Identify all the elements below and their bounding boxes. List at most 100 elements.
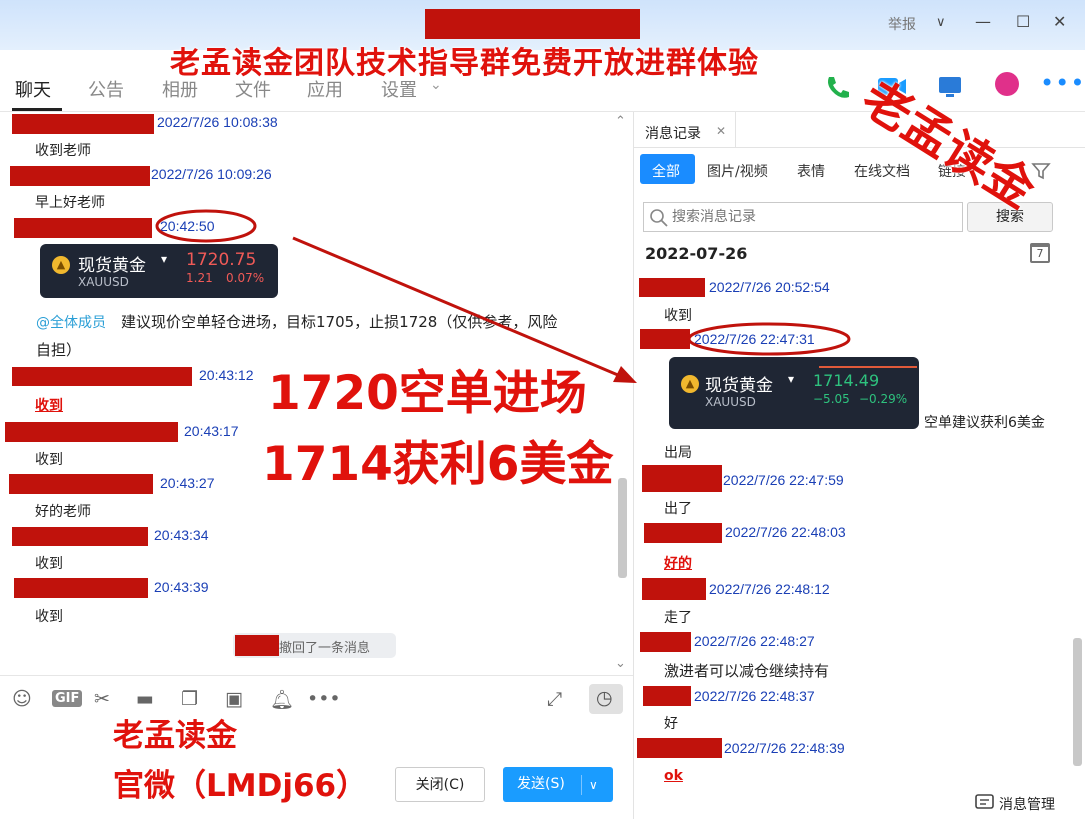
- message-manage-icon[interactable]: [974, 793, 996, 813]
- redacted-sender: [5, 422, 178, 442]
- send-button-label: 发送(S): [517, 776, 565, 792]
- contact-wechat: 官微（LMDj66）: [113, 768, 368, 804]
- chat-scrollbar[interactable]: [618, 478, 627, 578]
- redacted-sender: [9, 474, 153, 494]
- tab-divider: [735, 112, 736, 148]
- redacted-sender: [643, 686, 691, 706]
- history-button[interactable]: ◷: [589, 684, 623, 714]
- phone-icon[interactable]: [822, 72, 852, 102]
- bell-icon[interactable]: 🔔︎: [270, 688, 294, 711]
- message-text: 收到: [35, 556, 63, 572]
- message-time: 2022/7/26 10:08:38: [157, 114, 278, 130]
- redacted-sender: [14, 578, 148, 598]
- calendar-icon[interactable]: 7: [1030, 243, 1050, 263]
- card-accent-line: [819, 366, 917, 368]
- chat-window: 举报 ∨ — ☐ ✕ 聊天 公告 相册 文件 应用 设置 ⌄ ••• 2022/…: [0, 0, 1085, 819]
- quote-change-pct: 0.07%: [226, 271, 265, 285]
- filter-docs[interactable]: 在线文档: [854, 161, 910, 181]
- more-icon[interactable]: •••: [1040, 69, 1085, 97]
- redacted-sender: [10, 166, 150, 186]
- message-time: 20:43:27: [160, 475, 215, 491]
- message-time: 2022/7/26 10:09:26: [151, 166, 272, 182]
- tab-announcement[interactable]: 公告: [88, 76, 124, 102]
- gif-icon[interactable]: GIF: [52, 690, 83, 707]
- send-button[interactable]: 发送(S) ∨: [503, 767, 613, 802]
- folder-icon[interactable]: ▬: [136, 688, 154, 710]
- message-text: 收到: [35, 398, 63, 414]
- minimize-icon[interactable]: —: [975, 12, 991, 31]
- quote-dropdown-icon: ▾: [161, 252, 168, 266]
- redacted-sender: [637, 738, 722, 758]
- redacted-group-name: [425, 9, 640, 39]
- scroll-up-icon[interactable]: ⌃: [615, 114, 626, 129]
- redacted-sender: [14, 218, 152, 238]
- highlight-circle: [687, 322, 851, 356]
- history-close-icon[interactable]: ✕: [716, 124, 726, 138]
- send-options-icon[interactable]: ∨: [589, 768, 598, 802]
- history-text: ok: [664, 768, 683, 784]
- history-text: 好的: [664, 556, 692, 572]
- history-date: 2022-07-26: [645, 244, 748, 263]
- more-tools-icon[interactable]: •••: [307, 688, 341, 710]
- scissors-icon[interactable]: ✂: [94, 688, 110, 710]
- history-tab[interactable]: 消息记录: [645, 123, 701, 143]
- message-text: 收到: [35, 452, 63, 468]
- filter-media[interactable]: 图片/视频: [707, 161, 768, 181]
- gold-coin-icon: ▲: [681, 375, 699, 393]
- history-search-input[interactable]: [672, 206, 957, 228]
- redacted-sender: [235, 635, 279, 656]
- history-gold-quote-card[interactable]: ▲ 现货黄金 ▾ XAUUSD 1714.49 −5.05 −0.29%: [669, 357, 919, 429]
- redacted-sender: [644, 523, 722, 543]
- message-time: 20:43:34: [154, 527, 209, 543]
- promo-banner: 老孟读金团队技术指导群免费开放进群体验: [170, 46, 759, 81]
- quote-change: −5.05: [813, 392, 850, 406]
- quote-symbol: XAUUSD: [78, 275, 129, 289]
- history-time: 2022/7/26 22:47:59: [723, 472, 844, 488]
- expand-icon[interactable]: ⤢: [547, 688, 562, 710]
- trade-profit-text: 1714获利6美金: [262, 437, 614, 492]
- history-time: 2022/7/26 22:48:37: [694, 688, 815, 704]
- message-text: 收到老师: [35, 143, 91, 159]
- apps-icon[interactable]: [995, 72, 1019, 96]
- image-icon[interactable]: ▣: [225, 688, 243, 710]
- close-icon[interactable]: ✕: [1053, 12, 1066, 31]
- quote-symbol: XAUUSD: [705, 395, 756, 409]
- redacted-sender: [12, 527, 148, 546]
- doc-icon[interactable]: ❐: [181, 688, 198, 710]
- quote-price: 1720.75: [186, 250, 257, 270]
- active-tab-indicator: [12, 108, 62, 111]
- emoji-icon[interactable]: ☺: [12, 688, 32, 710]
- dropdown-icon[interactable]: ∨: [936, 15, 946, 30]
- advice-text-2: 自担）: [36, 341, 82, 359]
- send-divider: [581, 775, 582, 795]
- close-button[interactable]: 关闭(C): [395, 767, 485, 802]
- report-link[interactable]: 举报: [888, 14, 916, 34]
- message-time: 20:43:39: [154, 579, 209, 595]
- history-time: 2022/7/26 22:48:27: [694, 633, 815, 649]
- maximize-icon[interactable]: ☐: [1016, 12, 1030, 31]
- clock-icon: ◷: [596, 687, 613, 709]
- mention-all[interactable]: @全体成员: [36, 312, 106, 332]
- filter-all[interactable]: 全部: [640, 154, 695, 184]
- message-manage-label[interactable]: 消息管理: [999, 794, 1055, 814]
- message-text: 好的老师: [35, 504, 91, 520]
- redacted-sender: [642, 465, 722, 492]
- quote-dropdown-icon: ▾: [788, 372, 795, 386]
- search-icon: [650, 209, 668, 227]
- redacted-sender: [12, 114, 154, 134]
- history-text: 激进者可以减仓继续持有: [664, 662, 830, 680]
- filter-emoji[interactable]: 表情: [797, 161, 825, 181]
- history-scrollbar[interactable]: [1073, 638, 1082, 766]
- toolbar-divider: [0, 675, 633, 676]
- history-search-box[interactable]: [643, 202, 963, 232]
- recall-notice: 撤回了一条消息: [233, 633, 396, 658]
- scroll-down-icon[interactable]: ⌄: [615, 656, 626, 671]
- message-text: 收到: [35, 609, 63, 625]
- recall-text: 撤回了一条消息: [279, 641, 371, 656]
- history-text: 出了: [664, 501, 692, 517]
- redacted-sender: [639, 278, 705, 297]
- gold-quote-card[interactable]: ▲ 现货黄金 ▾ XAUUSD 1720.75 1.21 0.07%: [40, 244, 278, 298]
- history-time: 2022/7/26 22:48:39: [724, 740, 845, 756]
- quote-change: 1.21: [186, 271, 213, 285]
- tab-chat[interactable]: 聊天: [15, 76, 51, 102]
